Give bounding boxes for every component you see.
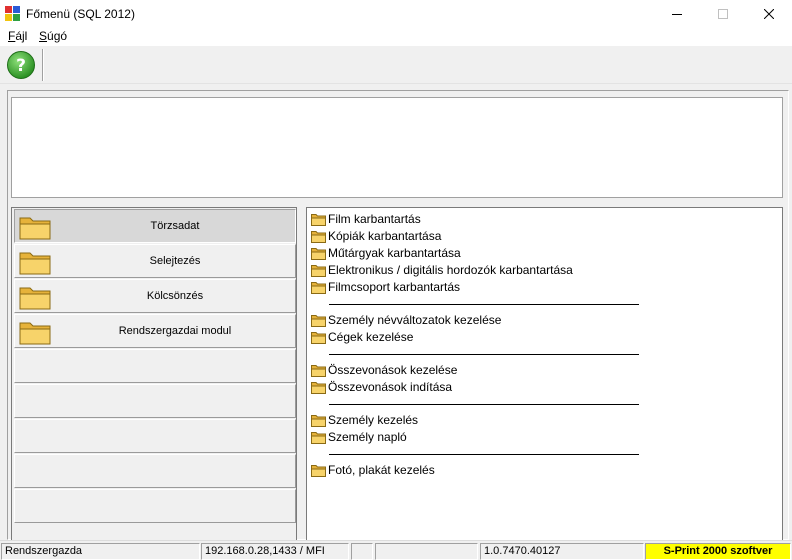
list-item-label: Elektronikus / digitális hordozók karban… bbox=[328, 263, 573, 277]
menu-help-label: úgó bbox=[47, 29, 68, 43]
nav-button[interactable] bbox=[14, 489, 296, 523]
folder-icon bbox=[311, 247, 326, 260]
nav-button[interactable]: Selejtezés bbox=[14, 244, 296, 278]
list-item[interactable]: Személy kezelés bbox=[311, 412, 418, 428]
list-item-label: Személy kezelés bbox=[328, 413, 419, 427]
nav-button-label: Kölcsönzés bbox=[146, 290, 204, 302]
folder-icon bbox=[311, 264, 326, 277]
folder-icon bbox=[311, 331, 326, 344]
list-item-label: Film karbantartás bbox=[328, 212, 421, 226]
folder-icon bbox=[311, 431, 326, 444]
folder-icon bbox=[311, 314, 326, 327]
menu-file[interactable]: Fájl bbox=[8, 29, 27, 43]
nav-button[interactable]: Rendszergazdai modul bbox=[14, 314, 296, 348]
nav-button[interactable] bbox=[14, 454, 296, 488]
list-separator bbox=[329, 404, 639, 405]
list-item[interactable]: Műtárgyak karbantartása bbox=[311, 245, 461, 261]
menu-help-accel: S bbox=[39, 29, 48, 43]
status-server: 192.168.0.28,1433 / MFI bbox=[201, 543, 349, 560]
folder-icon bbox=[311, 414, 326, 427]
list-item[interactable]: Összevonások kezelése bbox=[311, 362, 457, 378]
toolbar-separator bbox=[42, 49, 43, 81]
nav-button[interactable] bbox=[14, 384, 296, 418]
nav-button[interactable]: Kölcsönzés bbox=[14, 279, 296, 313]
folder-icon bbox=[311, 230, 326, 243]
folder-icon bbox=[311, 281, 326, 294]
list-separator bbox=[329, 304, 639, 305]
status-user: Rendszergazda bbox=[1, 543, 200, 560]
window-title: Főmenü (SQL 2012) bbox=[26, 7, 135, 21]
list-item[interactable]: Elektronikus / digitális hordozók karban… bbox=[311, 262, 573, 278]
help-question-icon[interactable]: ? bbox=[6, 50, 36, 80]
list-separator bbox=[329, 354, 639, 355]
folder-icon bbox=[19, 287, 51, 310]
folder-icon bbox=[311, 364, 326, 377]
folder-icon bbox=[19, 252, 51, 275]
folder-icon bbox=[19, 217, 51, 240]
function-list: Film karbantartás Kópiák karbantartása Műt… bbox=[306, 207, 783, 540]
folder-icon bbox=[311, 381, 326, 394]
list-item[interactable]: Filmcsoport karbantartás bbox=[311, 279, 460, 295]
folder-icon bbox=[311, 464, 326, 477]
status-bar: Rendszergazda 192.168.0.28,1433 / MFI 1.… bbox=[0, 540, 792, 560]
svg-text:?: ? bbox=[16, 56, 26, 76]
folder-icon bbox=[19, 322, 51, 345]
close-button[interactable] bbox=[746, 0, 792, 28]
nav-button-label: Selejtezés bbox=[149, 255, 201, 267]
status-version: 1.0.7470.40127 bbox=[480, 543, 644, 560]
status-empty-2 bbox=[375, 543, 478, 560]
list-item-label: Kópiák karbantartása bbox=[328, 229, 442, 243]
list-item[interactable]: Film karbantartás bbox=[311, 211, 421, 227]
maximize-icon bbox=[718, 9, 728, 19]
list-item[interactable]: Kópiák karbantartása bbox=[311, 228, 441, 244]
folder-icon bbox=[311, 213, 326, 226]
list-item-label: Műtárgyak karbantartása bbox=[328, 246, 461, 260]
list-item-label: Összevonások indítása bbox=[328, 380, 453, 394]
status-empty-1 bbox=[351, 543, 373, 560]
app-icon bbox=[5, 6, 20, 21]
list-item-label: Személy névváltozatok kezelése bbox=[328, 313, 502, 327]
nav-button-label: Törzsadat bbox=[150, 220, 200, 232]
list-item[interactable]: Fotó, plakát kezelés bbox=[311, 462, 435, 478]
nav-button[interactable] bbox=[14, 419, 296, 453]
toolbar: ? bbox=[0, 46, 792, 84]
nav-button-label: Rendszergazdai modul bbox=[118, 325, 232, 337]
list-item-label: Filmcsoport karbantartás bbox=[328, 280, 461, 294]
list-item[interactable]: Cégek kezelése bbox=[311, 329, 413, 345]
maximize-button[interactable] bbox=[700, 0, 746, 28]
nav-button[interactable] bbox=[14, 349, 296, 383]
title-bar: Főmenü (SQL 2012) bbox=[0, 0, 792, 28]
status-brand: S-Print 2000 szoftver bbox=[645, 543, 791, 560]
menu-bar: Fájl Súgó bbox=[0, 28, 792, 46]
list-item-label: Személy napló bbox=[328, 430, 407, 444]
info-panel bbox=[11, 97, 783, 198]
list-item-label: Cégek kezelése bbox=[328, 330, 414, 344]
minimize-button[interactable] bbox=[654, 0, 700, 28]
list-item[interactable]: Személy napló bbox=[311, 429, 407, 445]
menu-help[interactable]: Súgó bbox=[39, 29, 67, 43]
minimize-icon bbox=[672, 14, 682, 15]
list-item[interactable]: Személy névváltozatok kezelése bbox=[311, 312, 501, 328]
list-item[interactable]: Összevonások indítása bbox=[311, 379, 452, 395]
close-icon bbox=[764, 9, 774, 19]
list-item-label: Összevonások kezelése bbox=[328, 363, 458, 377]
list-separator bbox=[329, 454, 639, 455]
nav-button[interactable]: Törzsadat bbox=[14, 209, 296, 243]
menu-file-label: ájl bbox=[15, 29, 28, 43]
list-item-label: Fotó, plakát kezelés bbox=[328, 463, 435, 477]
nav-panel: Törzsadat Selejtezés Kölcsönzés Rendszergaz… bbox=[11, 207, 297, 540]
